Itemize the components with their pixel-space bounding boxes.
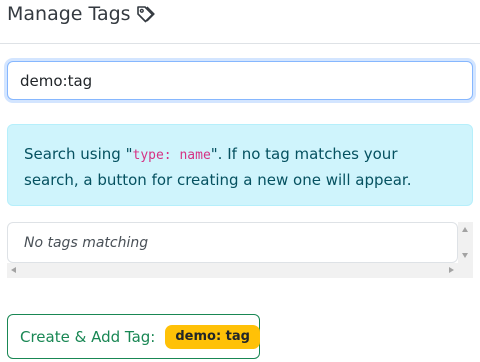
tag-search-input[interactable] [7,61,473,100]
modal-header: Manage Tags [0,0,480,44]
help-text-prefix: Search using " [24,145,133,163]
scroll-up-arrow-icon[interactable] [462,227,468,232]
horizontal-scrollbar[interactable] [7,263,473,278]
tag-results-list: No tags matching [7,222,458,263]
create-add-tag-button[interactable]: Create & Add Tag: demo: tag [7,314,260,359]
tag-results-container: No tags matching [7,222,473,278]
no-tags-message: No tags matching [24,234,149,251]
page-title-text: Manage Tags [7,3,131,25]
tag-icon [135,4,155,24]
create-button-label: Create & Add Tag: [20,327,156,346]
scroll-down-arrow-icon[interactable] [462,253,468,258]
vertical-scrollbar[interactable] [458,222,473,263]
new-tag-badge: demo: tag [165,324,260,349]
scrollbar-corner [458,263,473,278]
help-code-example: type: name [132,148,211,163]
page-title: Manage Tags [7,3,155,25]
search-help-alert: Search using "type: name". If no tag mat… [7,124,473,206]
scroll-right-arrow-icon[interactable] [449,267,454,273]
scroll-left-arrow-icon[interactable] [11,267,16,273]
